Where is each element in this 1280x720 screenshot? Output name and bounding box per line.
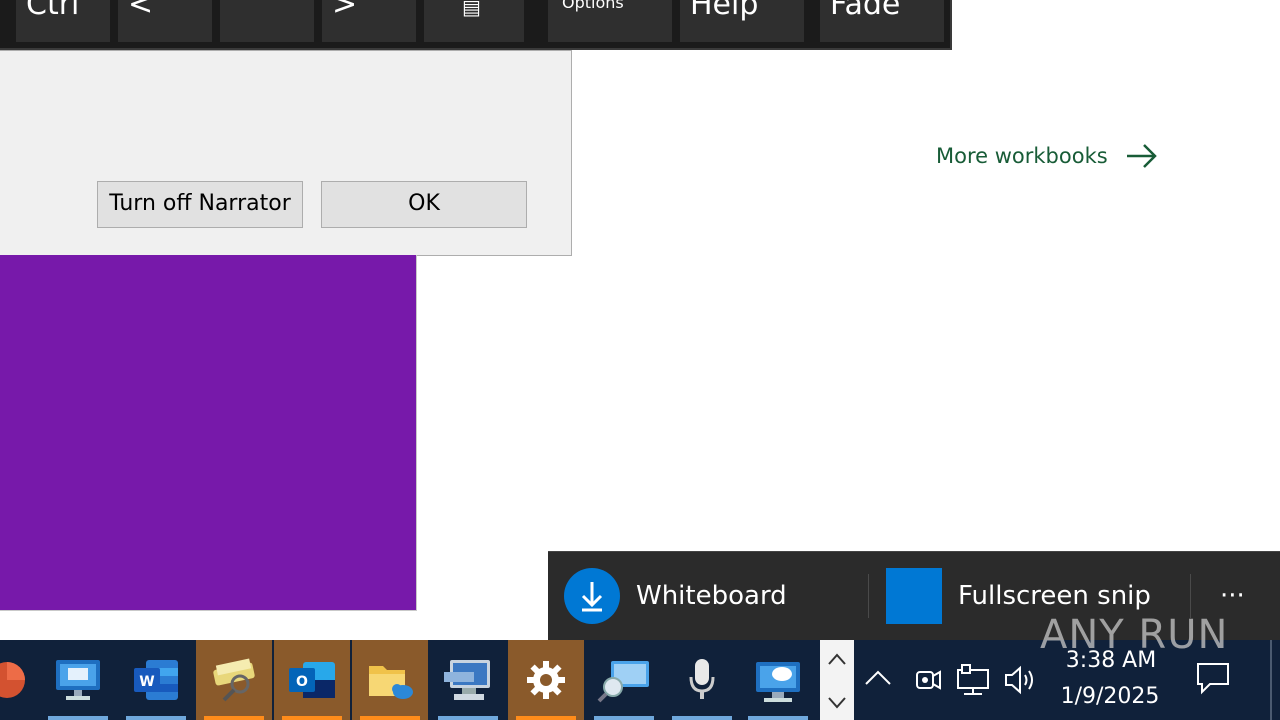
outlook-icon: O: [289, 662, 335, 698]
whiteboard-label: Whiteboard: [636, 581, 787, 611]
svg-text:W: W: [139, 674, 154, 690]
menu-key[interactable]: ▤: [424, 0, 524, 42]
volume-icon[interactable]: [1004, 664, 1040, 696]
taskbar-app-powerpoint[interactable]: [0, 640, 30, 720]
toast-divider: [1190, 574, 1191, 618]
turn-off-narrator-button[interactable]: Turn off Narrator: [97, 181, 303, 228]
fullscreen-snip-option[interactable]: Fullscreen snip: [886, 568, 1151, 624]
clock-date[interactable]: 1/9/2025: [1052, 684, 1168, 709]
taskbar-app-file-explorer[interactable]: [352, 640, 428, 720]
gear-icon: [527, 661, 565, 699]
blank-key[interactable]: [220, 0, 314, 42]
show-desktop-divider[interactable]: [1270, 640, 1272, 720]
running-indicator: [672, 716, 732, 720]
narrator-dialog: Turn off Narrator OK: [0, 50, 572, 256]
magnifier-screen-icon: [597, 661, 649, 703]
scroll-up-icon[interactable]: [827, 652, 847, 666]
purple-workbook-tile[interactable]: [0, 255, 417, 611]
download-icon: [564, 568, 620, 624]
powerpoint-icon: [0, 662, 25, 698]
remote-desktop-icon: [56, 660, 100, 700]
fullscreen-snip-label: Fullscreen snip: [958, 581, 1151, 611]
whiteboard-option[interactable]: Whiteboard: [564, 568, 787, 624]
taskbar-app-outlook[interactable]: O: [274, 640, 350, 720]
taskbar-app-chat[interactable]: [740, 640, 816, 720]
running-indicator: [48, 716, 108, 720]
more-workbooks-label: More workbooks: [936, 144, 1108, 168]
network-icon[interactable]: [956, 664, 992, 696]
fullscreen-snip-icon: [886, 568, 942, 624]
word-icon: W: [134, 660, 178, 700]
more-options-icon: ···: [1220, 581, 1245, 611]
fade-key[interactable]: Fade: [820, 0, 944, 42]
taskbar-app-search-tool[interactable]: [196, 640, 272, 720]
taskbar-app-remote-desktop[interactable]: [40, 640, 116, 720]
running-indicator: [126, 716, 186, 720]
taskbar-app-word[interactable]: W: [118, 640, 194, 720]
running-indicator: [360, 716, 420, 720]
running-indicator: [204, 716, 264, 720]
running-indicator: [438, 716, 498, 720]
help-key[interactable]: Help: [680, 0, 804, 42]
folder-cloud-icon: [369, 666, 413, 699]
taskbar-app-microphone[interactable]: [664, 640, 740, 720]
more-workbooks-link[interactable]: More workbooks: [936, 143, 1158, 169]
running-indicator: [594, 716, 654, 720]
notification-icon[interactable]: [1196, 662, 1232, 696]
toast-divider: [868, 574, 869, 618]
chevron-up-icon[interactable]: [864, 668, 892, 688]
ctrl-key[interactable]: Ctrl: [16, 0, 110, 42]
left-arrow-key[interactable]: <: [118, 0, 212, 42]
arrow-right-icon: [1126, 144, 1157, 168]
ok-button[interactable]: OK: [321, 181, 527, 228]
running-indicator: [748, 716, 808, 720]
taskbar: W O 3:38 AM 1/9/2025: [0, 640, 1280, 720]
taskbar-scroller: [820, 640, 854, 720]
microphone-icon: [689, 659, 715, 699]
on-screen-keyboard-strip: Ctrl < > ▤ Options Help Fade: [0, 0, 952, 50]
clock-time[interactable]: 3:38 AM: [1056, 648, 1166, 673]
snip-toolbar-panel: Whiteboard Fullscreen snip ···: [548, 551, 1280, 640]
taskbar-app-settings[interactable]: [508, 640, 584, 720]
running-indicator: [282, 716, 342, 720]
svg-text:O: O: [296, 674, 308, 690]
taskbar-app-magnifier[interactable]: [586, 640, 662, 720]
more-options-button[interactable]: ···: [1220, 568, 1245, 624]
scroll-down-icon[interactable]: [827, 696, 847, 710]
taskbar-app-network-config[interactable]: [430, 640, 506, 720]
network-computer-icon: [444, 660, 490, 700]
chat-computer-icon: [756, 662, 800, 702]
options-key[interactable]: Options: [548, 0, 672, 42]
magnifier-folder-icon: [213, 658, 255, 702]
running-indicator: [516, 716, 576, 720]
camera-icon[interactable]: [912, 664, 942, 696]
right-arrow-key[interactable]: >: [322, 0, 416, 42]
